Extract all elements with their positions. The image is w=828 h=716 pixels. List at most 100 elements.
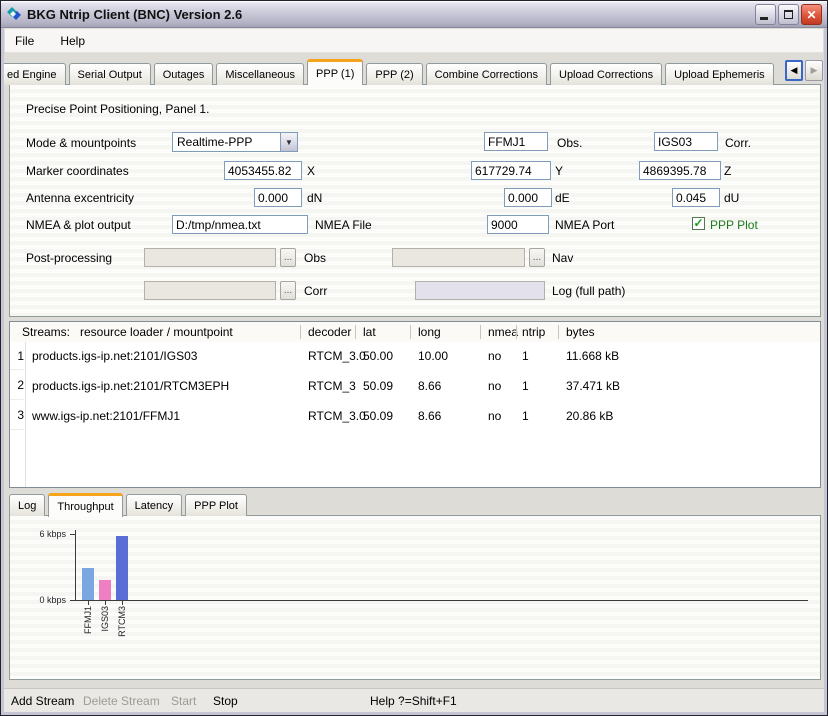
panel-heading: Precise Point Positioning, Panel 1. xyxy=(26,101,209,117)
app-icon xyxy=(6,6,22,22)
streams-table-header: Streams: resource loader / mountpoint de… xyxy=(10,322,820,342)
stream-row-2[interactable]: products.igs-ip.net:2101/RTCM3EPH RTCM_3… xyxy=(26,372,820,400)
throughput-chart: 6 kbps 0 kbps FFMJ1IGS03RTCM3 xyxy=(9,515,821,680)
chevron-down-icon[interactable]: ▼ xyxy=(280,133,297,151)
tab-ppp-plot[interactable]: PPP Plot xyxy=(185,494,247,516)
y-label: Y xyxy=(555,163,563,179)
stream-ntrip: 1 xyxy=(522,372,529,400)
tab-scroll-left-button[interactable]: ◀ xyxy=(785,60,803,81)
titlebar[interactable]: BKG Ntrip Client (BNC) Version 2.6 ✕ xyxy=(1,1,827,28)
maximize-button[interactable] xyxy=(778,4,799,25)
tab-combine-corrections[interactable]: Combine Corrections xyxy=(426,63,547,85)
window-title: BKG Ntrip Client (BNC) Version 2.6 xyxy=(27,7,242,22)
throughput-bar xyxy=(82,568,94,600)
ppp-panel: Precise Point Positioning, Panel 1. Mode… xyxy=(9,84,821,317)
stream-nmea: no xyxy=(488,342,501,370)
row-number: 3 xyxy=(10,400,24,430)
obs-mountpoint-input[interactable] xyxy=(484,132,548,151)
app-window: BKG Ntrip Client (BNC) Version 2.6 ✕ Fil… xyxy=(0,0,828,716)
tab-outages[interactable]: Outages xyxy=(154,63,214,85)
stream-row-1[interactable]: products.igs-ip.net:2101/IGS03 RTCM_3.0 … xyxy=(26,342,820,370)
post-log-label: Log (full path) xyxy=(552,283,625,299)
nmea-port-input[interactable] xyxy=(487,215,549,234)
post-obs-input xyxy=(144,248,276,267)
post-corr-input xyxy=(144,281,276,300)
tab-upload-corrections[interactable]: Upload Corrections xyxy=(550,63,662,85)
nmea-file-input[interactable] xyxy=(172,215,308,234)
menu-file[interactable]: File xyxy=(13,32,36,50)
close-button[interactable]: ✕ xyxy=(801,4,822,25)
top-tabbar: ed Engine Serial Output Outages Miscella… xyxy=(4,58,824,85)
browse-nav-button[interactable]: ... xyxy=(529,248,545,267)
nmea-label: NMEA & plot output xyxy=(26,217,131,233)
streams-table: Streams: resource loader / mountpoint de… xyxy=(9,321,821,488)
ppp-plot-label: PPP Plot xyxy=(710,217,758,233)
stream-lat: 50.09 xyxy=(363,372,393,400)
bar-label: RTCM3 xyxy=(117,606,127,646)
scroll-left-icon: ◀ xyxy=(791,65,798,76)
add-stream-button[interactable]: Add Stream xyxy=(11,694,74,708)
de-input[interactable] xyxy=(504,188,552,207)
stream-long: 8.66 xyxy=(418,402,441,430)
stream-nmea: no xyxy=(488,372,501,400)
tab-log[interactable]: Log xyxy=(9,494,45,516)
post-processing-label: Post-processing xyxy=(26,250,112,266)
post-log-input xyxy=(415,281,545,300)
tab-upload-ephemeris[interactable]: Upload Ephemeris xyxy=(665,63,774,85)
nmea-file-label: NMEA File xyxy=(315,217,372,233)
stream-long: 10.00 xyxy=(418,342,448,370)
ytick-bottom: 0 kbps xyxy=(20,595,66,605)
corr-label: Corr. xyxy=(725,135,751,151)
x-label: X xyxy=(307,163,315,179)
dn-input[interactable] xyxy=(254,188,302,207)
stream-row-3[interactable]: www.igs-ip.net:2101/FFMJ1 RTCM_3.0 50.09… xyxy=(26,402,820,430)
maximize-icon xyxy=(784,10,793,19)
tab-miscellaneous[interactable]: Miscellaneous xyxy=(216,63,304,85)
minimize-icon xyxy=(760,17,768,20)
tab-ppp-2[interactable]: PPP (2) xyxy=(366,63,422,85)
start-button: Start xyxy=(171,694,196,708)
de-label: dE xyxy=(555,190,570,206)
stream-source: products.igs-ip.net:2101/RTCM3EPH xyxy=(32,372,229,400)
obs-label: Obs. xyxy=(557,135,582,151)
stream-ntrip: 1 xyxy=(522,402,529,430)
checkmark-icon: ✓ xyxy=(693,217,703,229)
col-ntrip: ntrip xyxy=(522,325,545,339)
browse-obs-button[interactable]: ... xyxy=(280,248,296,267)
y-axis xyxy=(75,530,76,601)
mode-combobox[interactable]: Realtime-PPP ▼ xyxy=(172,132,298,152)
col-nmea: nmea xyxy=(488,325,518,339)
marker-y-input[interactable] xyxy=(471,161,551,180)
corr-mountpoint-input[interactable] xyxy=(654,132,718,151)
stream-bytes: 20.86 kB xyxy=(566,402,613,430)
marker-x-input[interactable] xyxy=(224,161,302,180)
stream-lat: 50.00 xyxy=(363,342,393,370)
post-nav-label: Nav xyxy=(552,250,573,266)
menu-help[interactable]: Help xyxy=(58,32,87,50)
row-number: 2 xyxy=(10,370,24,400)
close-icon: ✕ xyxy=(806,9,816,21)
browse-corr-button[interactable]: ... xyxy=(280,281,296,300)
ppp-plot-checkbox[interactable]: ✓ xyxy=(692,217,705,230)
post-obs-label: Obs xyxy=(304,250,326,266)
statusbar: Add Stream Delete Stream Start Stop Help… xyxy=(1,688,827,714)
row-number-column: 1 2 3 xyxy=(10,342,26,487)
tab-serial-output[interactable]: Serial Output xyxy=(69,63,151,85)
stream-bytes: 11.668 kB xyxy=(566,342,619,370)
du-input[interactable] xyxy=(672,188,720,207)
throughput-bar xyxy=(116,536,128,600)
tab-ppp-1[interactable]: PPP (1) xyxy=(307,59,363,85)
minimize-button[interactable] xyxy=(755,4,776,25)
col-decoder: decoder xyxy=(308,325,351,339)
antenna-label: Antenna excentricity xyxy=(26,190,134,206)
marker-z-input[interactable] xyxy=(639,161,721,180)
post-corr-label: Corr xyxy=(304,283,327,299)
col-streams: Streams: resource loader / mountpoint xyxy=(22,325,233,339)
menubar: File Help xyxy=(5,29,823,53)
tab-latency[interactable]: Latency xyxy=(126,494,183,516)
stop-button[interactable]: Stop xyxy=(213,694,238,708)
tab-throughput[interactable]: Throughput xyxy=(48,493,122,517)
stream-nmea: no xyxy=(488,402,501,430)
scroll-right-icon: ▶ xyxy=(811,65,818,76)
tab-feed-engine[interactable]: ed Engine xyxy=(4,63,66,85)
